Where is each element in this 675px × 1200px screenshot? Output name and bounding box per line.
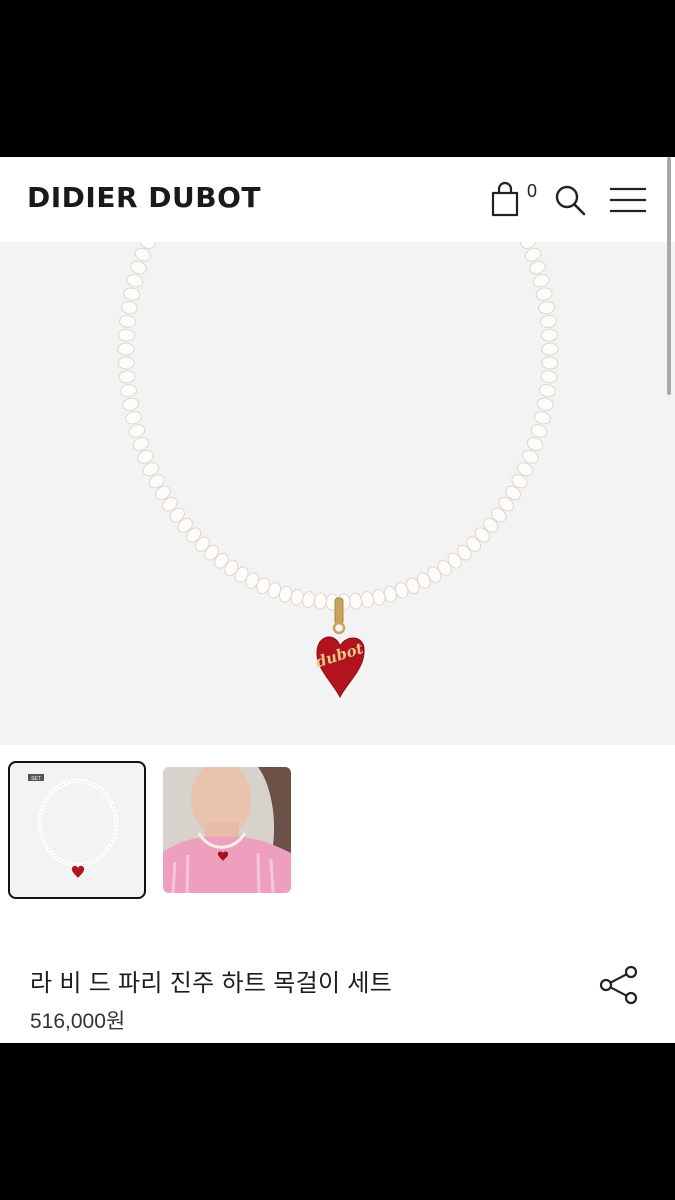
pearl-bead: [532, 274, 550, 288]
pearl-bead: [541, 328, 558, 342]
pearl-bead: [534, 411, 551, 425]
set-badge: SET: [31, 776, 41, 782]
pearl-bead: [117, 356, 135, 370]
pearl-bead: [118, 328, 135, 342]
pearl-bead: [540, 370, 558, 384]
pearl-bead: [120, 301, 138, 315]
pearl-bead: [529, 260, 546, 275]
site-header: DIDIER DUBOT 0: [0, 157, 675, 242]
pearl-bead: [130, 260, 147, 275]
pearl-bead: [313, 592, 327, 610]
pearl-bead: [123, 287, 141, 301]
pearl-bead: [530, 424, 548, 438]
page-scrollbar[interactable]: [667, 157, 671, 395]
product-main-image[interactable]: dubot: [0, 242, 675, 745]
pearl-bead: [536, 397, 554, 411]
shopping-bag-icon[interactable]: [490, 181, 524, 219]
pearl-bead: [122, 397, 140, 411]
brand-logo[interactable]: DIDIER DUBOT: [27, 181, 261, 214]
pearl-bead: [128, 424, 146, 438]
pearl-bead: [118, 370, 136, 384]
pearl-necklace-illustration: dubot: [117, 242, 559, 699]
pearl-bead: [126, 274, 144, 288]
hamburger-menu-icon[interactable]: [608, 186, 648, 214]
pearl-strand: [117, 242, 559, 611]
search-icon[interactable]: [553, 183, 587, 217]
pearl-bead: [360, 591, 374, 609]
pearl-bead: [538, 301, 556, 315]
model-wearing-necklace-thumbnail[interactable]: [163, 767, 291, 893]
cart-count-badge: 0: [527, 181, 538, 201]
pearl-bead: [302, 591, 316, 609]
pearl-bead: [539, 314, 557, 328]
necklace-product-thumbnail[interactable]: SET: [8, 761, 146, 899]
pearl-bead: [119, 314, 137, 328]
pearl-bead: [349, 592, 363, 610]
product-page: DIDIER DUBOT 0 dubot SET 라 비 드 파리 진주 하트 …: [0, 157, 675, 1043]
pearl-bead: [120, 384, 137, 398]
pearl-bead: [117, 342, 135, 356]
share-icon[interactable]: [598, 965, 640, 1005]
pearl-bead: [539, 384, 556, 398]
thumbnail-strip: SET: [0, 761, 675, 901]
product-price: 516,000원: [30, 1010, 126, 1033]
pearl-bead: [535, 287, 553, 301]
pearl-bead: [125, 411, 142, 425]
pearl-bead: [541, 342, 559, 356]
product-title: 라 비 드 파리 진주 하트 목걸이 세트: [30, 970, 393, 997]
pearl-bead: [541, 356, 559, 370]
